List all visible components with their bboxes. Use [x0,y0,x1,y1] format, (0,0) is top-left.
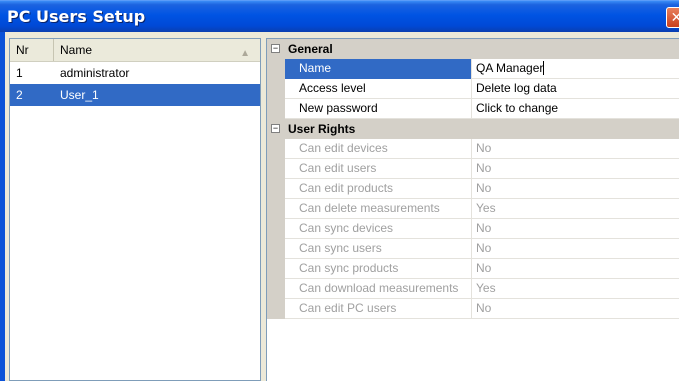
property-label: Can sync products [285,259,472,279]
property-can-edit-devices[interactable]: Can edit devices No [285,139,679,159]
window-title: PC Users Setup [7,7,146,26]
column-header-name-label: Name [60,43,93,57]
column-header-nr[interactable]: Nr [10,39,54,61]
property-label: Can delete measurements [285,199,472,219]
property-label: Can sync users [285,239,472,259]
property-access-level[interactable]: Access level Delete log data [285,79,679,99]
property-value: No [476,141,492,155]
users-list-header: Nr Name ▲ [10,39,260,62]
close-icon: ✕ [670,9,679,25]
user-row-user-1[interactable]: 2 User_1 [10,84,260,106]
users-list[interactable]: Nr Name ▲ 1 administrator 2 User_1 [9,38,261,381]
property-value: No [476,181,492,195]
column-header-name[interactable]: Name ▲ [54,39,260,61]
property-label: Name [285,59,472,79]
property-gutter [267,59,285,119]
property-label: Can edit devices [285,139,472,159]
collapse-icon[interactable]: − [271,44,280,53]
category-general-label: General [288,42,333,56]
property-value: Yes [476,281,496,295]
user-nr: 1 [16,66,23,80]
title-bar[interactable]: PC Users Setup ✕ [0,0,679,32]
user-name: User_1 [60,88,99,102]
property-value: Yes [476,201,496,215]
property-value[interactable]: Click to change [473,99,558,118]
property-value: No [476,261,492,275]
category-user-rights[interactable]: − User Rights [267,119,679,139]
close-button[interactable]: ✕ [666,7,679,28]
property-label: New password [285,99,472,119]
window-frame-left [0,32,5,381]
property-value-input[interactable]: QA Manager [473,59,545,78]
property-value[interactable]: Delete log data [473,79,557,98]
user-name: administrator [60,66,130,80]
property-value: No [476,161,492,175]
property-label: Access level [285,79,472,99]
category-general[interactable]: − General [267,39,679,59]
text-caret [543,61,545,75]
collapse-icon[interactable]: − [271,124,280,133]
property-can-edit-products[interactable]: Can edit products No [285,179,679,199]
property-can-delete-measurements[interactable]: Can delete measurements Yes [285,199,679,219]
property-can-edit-pc-users[interactable]: Can edit PC users No [285,299,679,319]
property-label: Can edit products [285,179,472,199]
property-name[interactable]: Name QA Manager [285,59,679,79]
property-can-sync-devices[interactable]: Can sync devices No [285,219,679,239]
property-label: Can download measurements [285,279,472,299]
property-label: Can edit PC users [285,299,472,319]
user-row-administrator[interactable]: 1 administrator [10,62,260,84]
property-value: No [476,221,492,235]
property-gutter [267,139,285,319]
property-label: Can edit users [285,159,472,179]
user-nr: 2 [16,88,23,102]
category-user-rights-label: User Rights [288,122,356,136]
property-value: No [476,241,492,255]
property-can-download-measurements[interactable]: Can download measurements Yes [285,279,679,299]
property-value: No [476,301,492,315]
property-new-password[interactable]: New password Click to change [285,99,679,119]
name-value-text: QA Manager [476,61,544,75]
property-can-edit-users[interactable]: Can edit users No [285,159,679,179]
property-label: Can sync devices [285,219,472,239]
property-grid[interactable]: − General Name QA Manager Access level D… [266,38,679,381]
property-can-sync-products[interactable]: Can sync products No [285,259,679,279]
property-can-sync-users[interactable]: Can sync users No [285,239,679,259]
